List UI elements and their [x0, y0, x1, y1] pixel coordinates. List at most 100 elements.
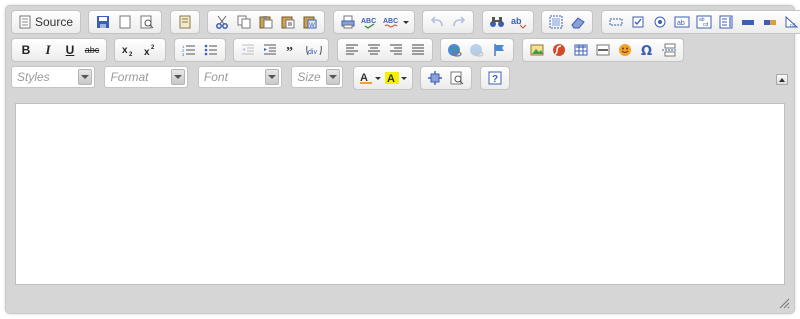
anchor-button[interactable] [488, 40, 510, 60]
textarea-button[interactable]: ab cd [693, 12, 715, 32]
group-templates [169, 10, 200, 34]
group-align [336, 38, 433, 62]
hidden-field-button[interactable]: cd [781, 12, 800, 32]
bulleted-list-icon [204, 44, 217, 56]
radio-button[interactable] [649, 12, 671, 32]
text-field-icon: ab [674, 16, 690, 28]
spell-as-you-type-icon: ABC [383, 18, 398, 28]
subscript-button[interactable]: x2 [118, 40, 140, 60]
bold-button[interactable]: B [15, 40, 37, 60]
unlink-button[interactable] [466, 40, 488, 60]
link-button[interactable] [444, 40, 466, 60]
align-justify-icon [411, 44, 424, 55]
button-button[interactable] [737, 12, 759, 32]
collapse-toolbar-button[interactable] [776, 74, 788, 85]
save-button[interactable] [92, 12, 114, 32]
source-label: Source [35, 15, 74, 29]
replace-icon: ab [511, 16, 527, 29]
rich-text-editor: Source W ABC ABC ab ab ab cd cd B I U ab… [5, 5, 800, 314]
font-dropdown-label: Font [203, 70, 228, 84]
show-blocks-icon [450, 71, 464, 85]
image-button-button[interactable] [759, 12, 781, 32]
paste-word-button[interactable]: W [299, 12, 321, 32]
styles-dropdown-label: Styles [17, 70, 50, 84]
group-clipboard: W [207, 10, 326, 34]
indent-button[interactable] [259, 40, 281, 60]
smiley-button[interactable] [614, 40, 636, 60]
page-break-button[interactable] [658, 40, 680, 60]
group-find: ab [481, 10, 534, 34]
text-field-button[interactable]: ab [671, 12, 693, 32]
format-dropdown[interactable]: Format [104, 66, 189, 88]
font-dropdown[interactable]: Font [197, 66, 282, 88]
outdent-button[interactable] [237, 40, 259, 60]
undo-icon [431, 16, 444, 27]
numbered-list-button[interactable]: 123 [178, 40, 200, 60]
flash-button[interactable] [548, 40, 570, 60]
blockquote-button[interactable]: ” [281, 40, 303, 60]
align-left-button[interactable] [341, 40, 363, 60]
select-all-button[interactable] [545, 12, 567, 32]
maximize-button[interactable] [424, 68, 446, 88]
strikethrough-icon: abc [84, 45, 100, 55]
create-div-button[interactable]: div [303, 40, 325, 60]
show-blocks-button[interactable] [446, 68, 468, 88]
underline-button[interactable]: U [59, 40, 81, 60]
svg-text:cd: cd [790, 23, 796, 29]
svg-text:2: 2 [129, 52, 133, 57]
copy-button[interactable] [233, 12, 255, 32]
new-page-button[interactable] [114, 12, 136, 32]
align-right-button[interactable] [385, 40, 407, 60]
find-button[interactable] [486, 12, 508, 32]
special-char-button[interactable]: Ω [636, 40, 658, 60]
image-button-icon [763, 20, 776, 25]
cut-button[interactable] [211, 12, 233, 32]
about-button[interactable]: ? [484, 68, 506, 88]
preview-button[interactable] [136, 12, 158, 32]
hidden-field-icon: cd [785, 15, 798, 29]
remove-format-button[interactable] [567, 12, 589, 32]
group-links [440, 38, 515, 62]
chevron-down-icon [78, 69, 92, 85]
paste-text-icon [281, 16, 295, 29]
spell-as-you-type-button[interactable]: ABC [381, 12, 411, 32]
svg-text:Ω: Ω [641, 44, 652, 57]
redo-button[interactable] [448, 12, 470, 32]
spellcheck-button[interactable]: ABC [359, 12, 381, 32]
italic-icon: I [45, 42, 51, 57]
background-color-button[interactable]: A [383, 68, 409, 88]
size-dropdown-label: Size [297, 70, 321, 84]
size-dropdown[interactable]: Size [291, 66, 344, 88]
align-center-button[interactable] [363, 40, 385, 60]
replace-button[interactable]: ab [508, 12, 530, 32]
undo-button[interactable] [426, 12, 448, 32]
horizontal-rule-button[interactable] [592, 40, 614, 60]
italic-button[interactable]: I [37, 40, 59, 60]
styles-dropdown[interactable]: Styles [11, 66, 95, 88]
paste-text-button[interactable] [277, 12, 299, 32]
resize-grip-icon[interactable] [778, 297, 790, 309]
align-justify-button[interactable] [407, 40, 429, 60]
table-button[interactable] [570, 40, 592, 60]
bulleted-list-button[interactable] [200, 40, 222, 60]
text-color-button[interactable]: A [357, 68, 383, 88]
select-field-icon [719, 15, 733, 29]
print-button[interactable] [337, 12, 359, 32]
form-button[interactable] [605, 12, 627, 32]
paste-button[interactable] [255, 12, 277, 32]
templates-button[interactable] [174, 12, 196, 32]
toolbar-row-1: Source W ABC ABC ab ab ab cd cd [11, 10, 800, 36]
editing-area[interactable] [15, 103, 785, 285]
group-insert: Ω [521, 38, 684, 62]
svg-text:x: x [122, 45, 128, 56]
image-button[interactable] [526, 40, 548, 60]
save-icon [97, 16, 110, 28]
group-undo [422, 10, 475, 34]
svg-text:cd: cd [703, 22, 709, 28]
svg-text:?: ? [492, 74, 498, 85]
source-button[interactable]: Source [15, 12, 77, 32]
checkbox-button[interactable] [627, 12, 649, 32]
select-button[interactable] [715, 12, 737, 32]
superscript-button[interactable]: x2 [140, 40, 162, 60]
strike-button[interactable]: abc [81, 40, 103, 60]
